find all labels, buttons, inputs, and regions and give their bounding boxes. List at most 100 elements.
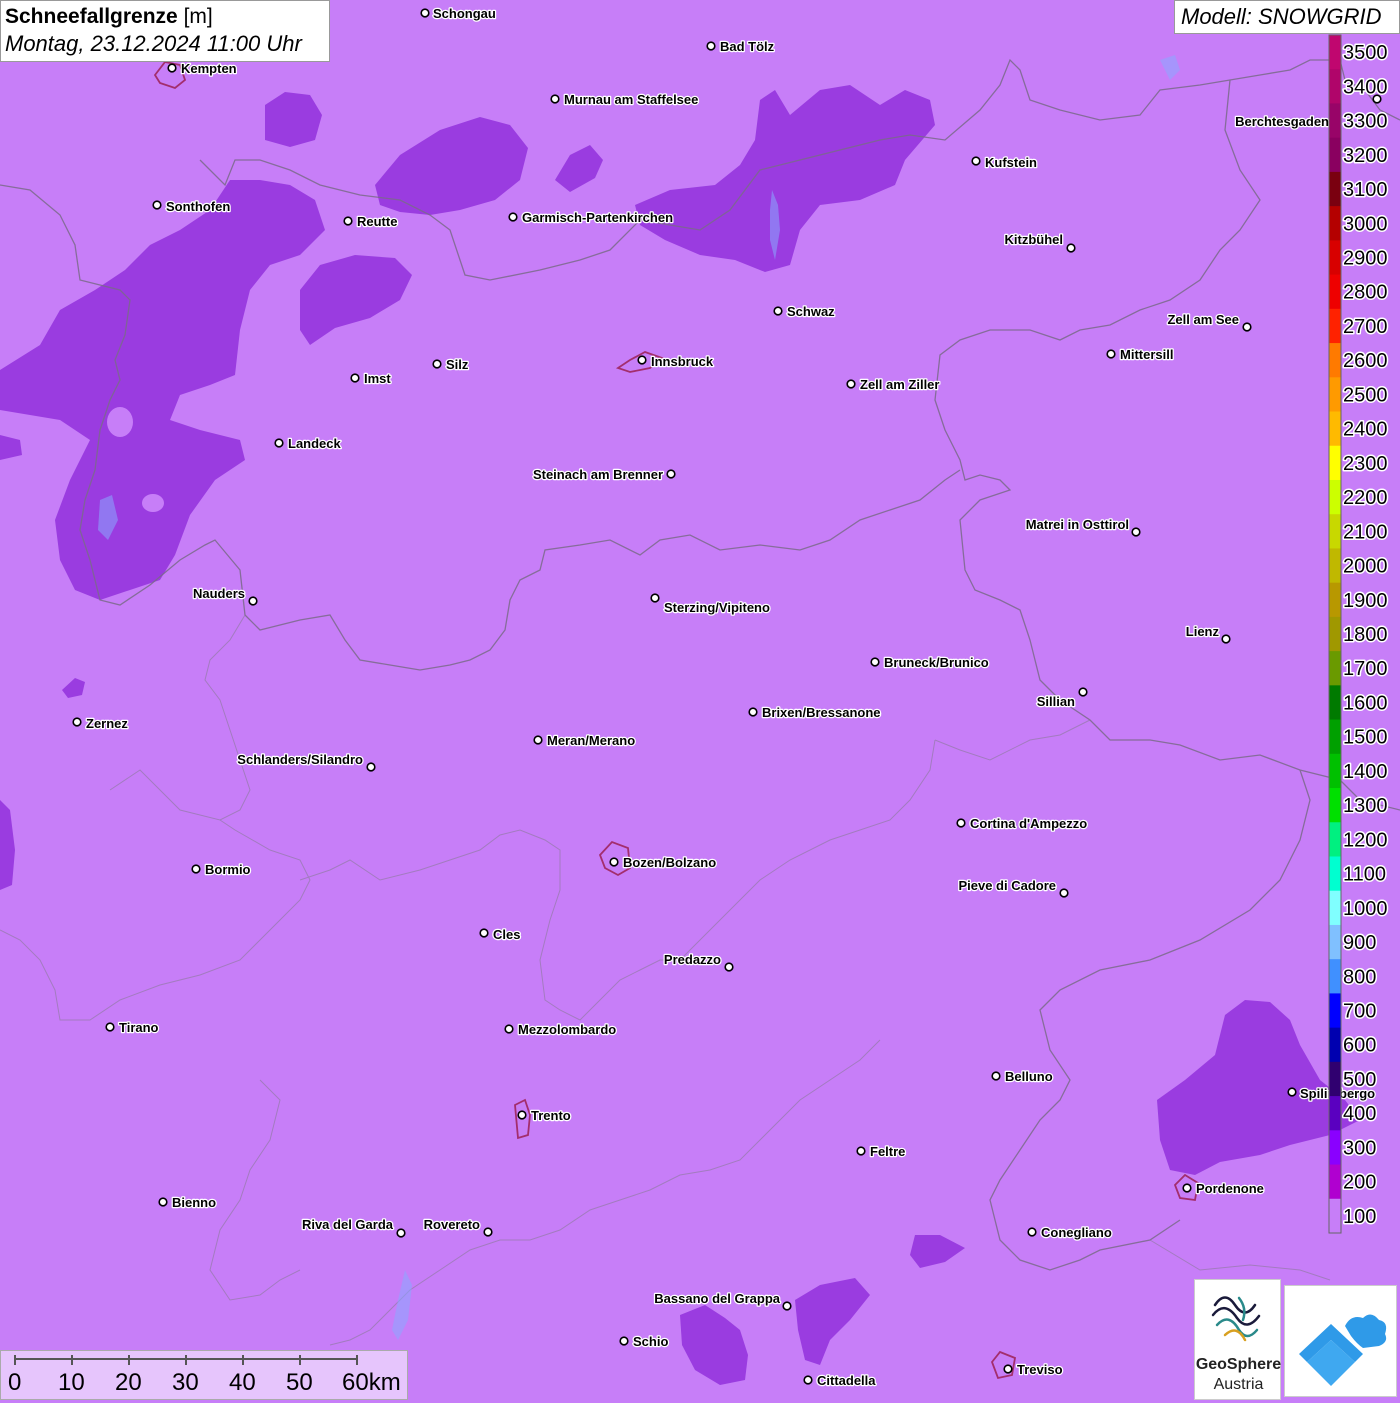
- legend-label: 100: [1343, 1206, 1376, 1228]
- legend-swatch: [1329, 1096, 1341, 1131]
- legend-swatch: [1329, 1198, 1341, 1234]
- city-marker-icon: [432, 359, 442, 369]
- city-label: Zell am Ziller: [860, 377, 939, 392]
- scale-label-20: 20: [115, 1369, 142, 1396]
- legend-label: 800: [1343, 966, 1376, 988]
- weather-app-logo[interactable]: [1284, 1285, 1397, 1397]
- legend-label: 2600: [1343, 350, 1388, 372]
- city-label: Mittersill: [1120, 347, 1173, 362]
- geosphere-austria-logo[interactable]: GeoSphere Austria: [1194, 1279, 1281, 1400]
- legend-swatch: [1329, 274, 1341, 310]
- city-marker-icon: [105, 1022, 115, 1032]
- legend-swatch: [1329, 616, 1341, 652]
- austria-text: Austria: [1213, 1376, 1264, 1393]
- city-marker-icon: [550, 94, 560, 104]
- city-label: Pieve di Cadore: [958, 878, 1056, 893]
- legend-label: 3500: [1343, 42, 1388, 64]
- city-marker-icon: [724, 962, 734, 972]
- legend-swatch: [1329, 445, 1341, 481]
- city-label: Cittadella: [817, 1373, 876, 1388]
- city-marker-icon: [533, 735, 543, 745]
- city-label: Brixen/Bressanone: [762, 705, 881, 720]
- legend-label: 2500: [1343, 384, 1388, 406]
- legend-swatch: [1329, 479, 1341, 515]
- city-marker-icon: [366, 762, 376, 772]
- city-label: Schlanders/Silandro: [237, 752, 363, 767]
- city-label: Riva del Garda: [302, 1217, 394, 1232]
- color-legend: 3500 3400 3300 3200 3100 3000 2900 2800 2700 2600…: [1328, 34, 1389, 1234]
- scale-label-30: 30: [172, 1369, 199, 1396]
- legend-label: 1500: [1343, 727, 1388, 749]
- city-marker-icon: [609, 857, 619, 867]
- city-marker-icon: [846, 379, 856, 389]
- city-label: Bad Tölz: [720, 39, 775, 54]
- legend-label: 2900: [1343, 247, 1388, 269]
- legend-swatch: [1329, 856, 1341, 892]
- legend-swatch: [1329, 822, 1341, 857]
- city-marker-icon: [870, 657, 880, 667]
- city-label: Belluno: [1005, 1069, 1053, 1084]
- legend-swatch: [1329, 137, 1341, 173]
- snowfall-limit-map[interactable]: Schongau Kempten Bad Tölz Murnau am Staffel…: [0, 0, 1400, 1400]
- city-label: Mezzolombardo: [518, 1022, 616, 1037]
- city-label: Bienno: [172, 1195, 216, 1210]
- legend-label: 200: [1343, 1172, 1376, 1194]
- city-label: Sterzing/Vipiteno: [664, 600, 770, 615]
- city-marker-icon: [191, 864, 201, 874]
- scale-bar: 0 10 20 30 40 50 60km: [0, 1350, 408, 1400]
- city-marker-icon: [1182, 1183, 1192, 1193]
- city-label: Nauders: [193, 586, 245, 601]
- city-marker-icon: [508, 212, 518, 222]
- city-marker-icon: [1027, 1227, 1037, 1237]
- city-marker-icon: [248, 596, 258, 606]
- city-label: Silz: [446, 357, 469, 372]
- model-label: Modell: SNOWGRID: [1174, 0, 1400, 34]
- scale-label-40: 40: [229, 1369, 256, 1396]
- legend-label: 600: [1343, 1035, 1376, 1057]
- city-marker-icon: [773, 306, 783, 316]
- map-title-main: Schneefallgrenze: [5, 5, 178, 28]
- app-cloud-icon: [1299, 1314, 1387, 1386]
- city-marker-icon: [666, 469, 676, 479]
- city-label: Innsbruck: [651, 354, 714, 369]
- map-datetime: Montag, 23.12.2024 11:00 Uhr: [5, 31, 302, 56]
- legend-label: 2800: [1343, 282, 1388, 304]
- city-label: Zell am See: [1167, 312, 1239, 327]
- city-marker-icon: [483, 1227, 493, 1237]
- city-marker-icon: [167, 63, 177, 73]
- legend-label: 1000: [1343, 898, 1388, 920]
- legend-swatch: [1329, 103, 1341, 139]
- city-label: Lienz: [1186, 624, 1220, 639]
- scale-label-60km: 60km: [342, 1369, 401, 1396]
- city-marker-icon: [1003, 1364, 1013, 1374]
- city-label: Bruneck/Brunico: [884, 655, 989, 670]
- city-label: Treviso: [1017, 1362, 1063, 1377]
- city-label: Conegliano: [1041, 1225, 1112, 1240]
- city-label: Reutte: [357, 214, 397, 229]
- city-marker-icon: [971, 156, 981, 166]
- legend-swatch: [1329, 890, 1341, 926]
- legend-label: 3300: [1343, 111, 1388, 133]
- legend-swatch: [1329, 514, 1341, 549]
- legend-label: 900: [1343, 932, 1376, 954]
- legend-label: 700: [1343, 1001, 1376, 1023]
- legend-swatch: [1329, 582, 1341, 618]
- city-label: Murnau am Staffelsee: [564, 92, 698, 107]
- city-marker-icon: [748, 707, 758, 717]
- legend-swatch: [1329, 651, 1341, 686]
- geosphere-text: GeoSphere: [1195, 1356, 1282, 1373]
- city-marker-icon: [1106, 349, 1116, 359]
- city-marker-icon: [1066, 243, 1076, 253]
- city-marker-icon: [991, 1071, 1001, 1081]
- scale-label-0: 0: [8, 1369, 22, 1396]
- legend-swatch: [1329, 548, 1341, 584]
- city-label: Cles: [493, 927, 520, 942]
- legend-label: 2200: [1343, 487, 1388, 509]
- geosphere-emblem-icon: [1211, 1296, 1261, 1342]
- legend-swatch: [1329, 35, 1341, 70]
- city-marker-icon: [343, 216, 353, 226]
- city-marker-icon: [158, 1197, 168, 1207]
- city-label: Meran/Merano: [547, 733, 635, 748]
- city-marker-icon: [517, 1110, 527, 1120]
- legend-label: 3200: [1343, 145, 1388, 167]
